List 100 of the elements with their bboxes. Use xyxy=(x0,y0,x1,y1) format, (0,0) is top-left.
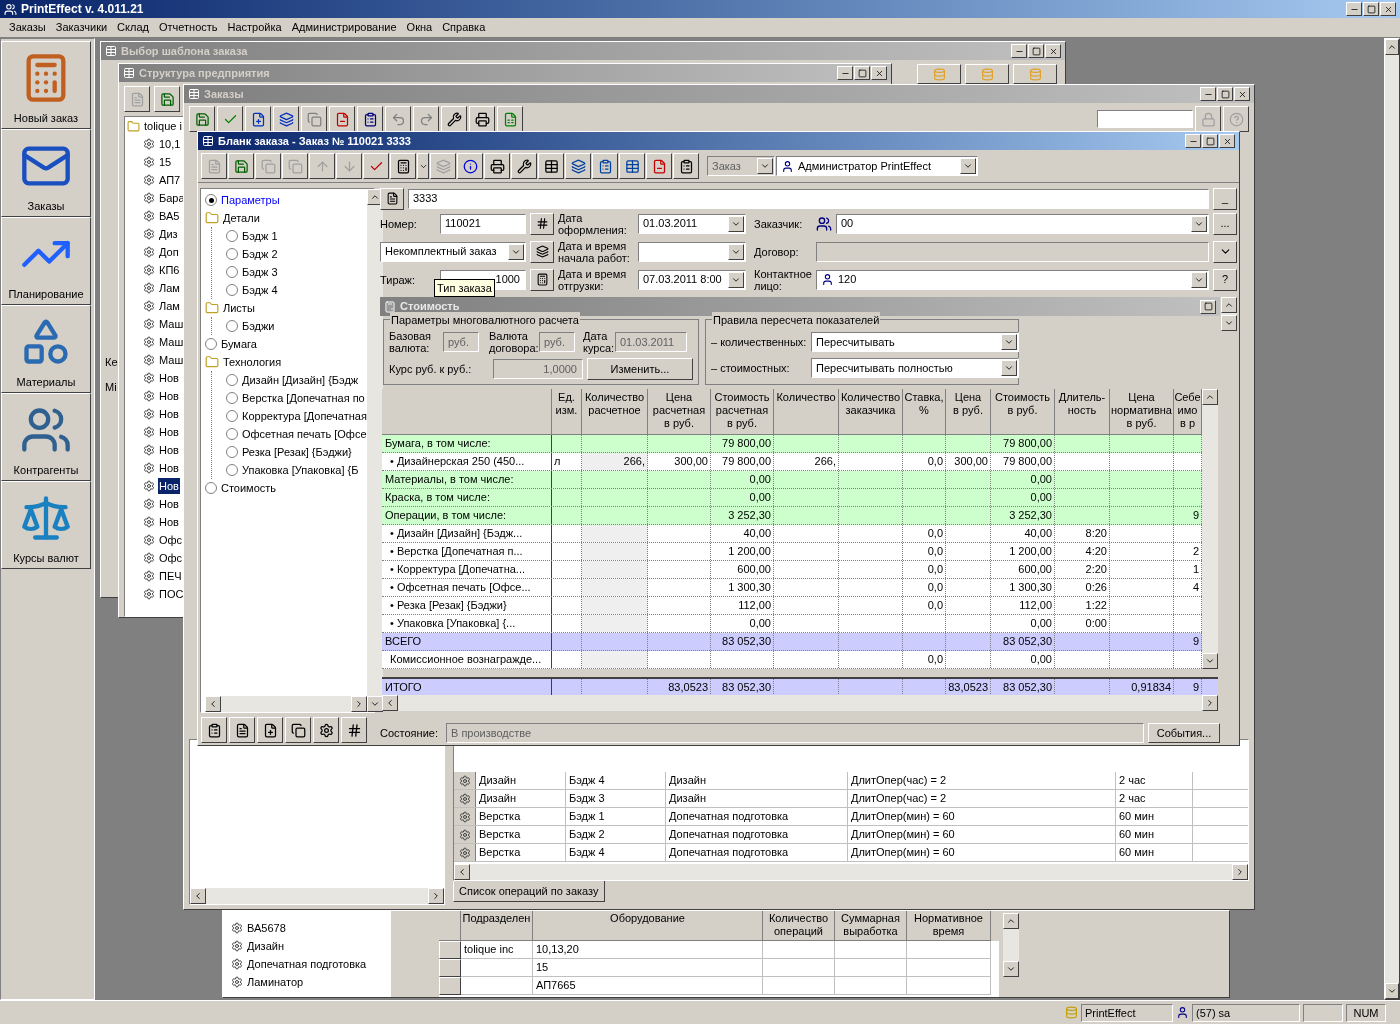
tree-item[interactable]: Бэдж 2 xyxy=(242,245,278,263)
tree-item[interactable]: tolique i xyxy=(144,117,182,135)
tree-item[interactable]: Нов xyxy=(158,387,180,405)
table-cell: 83 052,30 xyxy=(711,633,774,650)
column-header[interactable]: Нормативное время xyxy=(907,911,991,941)
tree-item[interactable]: 10,1 xyxy=(158,135,182,153)
tree-item[interactable]: Диз xyxy=(158,225,179,243)
tree-item[interactable]: Нов xyxy=(158,441,180,459)
table-cell: • Резка [Резак] {Бэджи} xyxy=(382,597,552,614)
sidebar-button[interactable]: Курсы валют xyxy=(1,481,91,569)
tree-item[interactable]: Нов xyxy=(158,513,180,531)
tree-item[interactable]: Офс xyxy=(158,549,184,567)
column-header[interactable]: Суммарная выработка xyxy=(835,911,907,941)
help-button[interactable]: ? xyxy=(1213,268,1237,291)
name-field[interactable]: 3333 xyxy=(408,188,1209,209)
menu-item[interactable]: Склад xyxy=(112,19,154,36)
tree-item[interactable]: Лам xyxy=(158,279,181,297)
minimize-field-button[interactable]: _ xyxy=(1213,187,1237,210)
tree-item[interactable]: Нов xyxy=(158,495,180,513)
tab[interactable]: Список операций по заказу xyxy=(453,881,605,902)
table-cell: 0,00 xyxy=(991,489,1055,506)
tree-item[interactable]: 15 xyxy=(158,153,173,171)
tree-item[interactable]: ВА5 xyxy=(158,207,181,225)
tree-item[interactable]: Детали xyxy=(223,209,260,227)
sidebar-button[interactable]: Новый заказ xyxy=(1,41,91,129)
tree-item[interactable]: Технология xyxy=(223,353,282,371)
contact-field[interactable]: 120 xyxy=(816,269,1209,290)
tree-item[interactable]: Маш xyxy=(158,351,185,369)
tree-item[interactable]: Доп xyxy=(158,243,180,261)
sidebar-button[interactable]: Контрагенты xyxy=(1,393,91,481)
sidebar-button[interactable]: Заказы xyxy=(1,129,91,217)
tree-item[interactable]: Резка [Резак] {Бэджи} xyxy=(242,443,352,461)
menu-item[interactable]: Заказчики xyxy=(50,19,113,36)
menu-item[interactable]: Администрирование xyxy=(286,19,402,36)
tree-item[interactable]: Ламинатор xyxy=(247,973,304,991)
tree-item[interactable]: Листы xyxy=(223,299,255,317)
column-header[interactable]: Подразделен xyxy=(461,911,533,941)
tree-item[interactable]: Бумага xyxy=(221,335,257,353)
date-field[interactable]: 01.03.2011 xyxy=(615,332,687,352)
tree-item[interactable]: Офсетная печать [Офсе xyxy=(242,425,367,443)
tree-item[interactable]: Лам xyxy=(158,297,181,315)
tree-item[interactable]: Упаковка [Упаковка] {Б xyxy=(242,461,359,479)
number-field[interactable]: 110021 xyxy=(440,213,526,234)
tree-item[interactable]: Параметры xyxy=(221,191,280,209)
tree-item[interactable]: Бэджи xyxy=(242,317,275,335)
date-field[interactable]: 07.03.2011 8:00 xyxy=(638,269,746,290)
sidebar-button[interactable]: Планирование xyxy=(1,217,91,305)
tree-item[interactable]: Нов xyxy=(158,369,180,387)
tree-item[interactable]: ПОС xyxy=(158,585,185,603)
tree-item[interactable]: Стоимость xyxy=(221,479,277,497)
currency-field[interactable]: руб. xyxy=(539,332,575,352)
tree-item[interactable]: ВА5678 xyxy=(247,919,286,937)
tree-item[interactable]: ПЕЧ xyxy=(158,567,183,585)
table-cell: ДлитОпер(час) = 2 xyxy=(848,772,1116,789)
tree-item[interactable]: Нов xyxy=(158,459,180,477)
tree-item[interactable]: Дизайн [Дизайн] {Бэдж xyxy=(242,371,359,389)
table-cell: ДлитОпер(мин) = 60 xyxy=(848,826,1116,843)
browse-button[interactable]: ... xyxy=(1213,212,1237,235)
column-header[interactable]: Количество операций xyxy=(763,911,835,941)
menu-item[interactable]: Заказы xyxy=(4,19,51,36)
tree-item[interactable]: Бэдж 1 xyxy=(242,227,278,245)
table-cell: 112,00 xyxy=(991,597,1055,614)
menu-item[interactable]: Окна xyxy=(401,19,438,36)
window-title: Выбор шаблона заказа xyxy=(121,43,248,59)
tree-item[interactable]: АП7 xyxy=(158,171,182,189)
recalc-select[interactable]: Пересчитывать xyxy=(811,332,1019,352)
tree-item[interactable]: Дизайн xyxy=(247,937,284,955)
menu-item[interactable]: Справка xyxy=(437,19,491,36)
change-button[interactable]: Изменить... xyxy=(587,358,693,380)
table-cell: 0,0 xyxy=(903,543,946,560)
field-label: Договор: xyxy=(753,245,800,258)
customer-field[interactable]: 00 xyxy=(836,213,1209,234)
menu-item[interactable]: Настройка xyxy=(222,19,287,36)
table-cell: Бумага, в том числе: xyxy=(382,435,552,452)
tree-item[interactable]: Маш xyxy=(158,333,185,351)
table-cell: • Упаковка [Упаковка] {... xyxy=(382,615,552,632)
tree-item[interactable]: Маш xyxy=(158,315,185,333)
menu-item[interactable]: Отчетность xyxy=(153,19,223,36)
events-button[interactable]: События... xyxy=(1148,723,1220,743)
sidebar-button[interactable]: Материалы xyxy=(1,305,91,393)
tree-item[interactable]: Верстка [Допечатная по xyxy=(242,389,365,407)
tree-item[interactable]: КП6 xyxy=(158,261,181,279)
rate-field[interactable]: 1,0000 xyxy=(493,359,583,379)
tree-item[interactable]: Нов xyxy=(158,423,180,441)
tree-item[interactable]: Офс xyxy=(158,531,184,549)
date-field[interactable]: 01.03.2011 xyxy=(638,213,746,234)
status-text: PrintEffect xyxy=(1081,1003,1173,1022)
tree-item[interactable]: Нов xyxy=(158,477,180,495)
tree-item[interactable]: Бэдж 3 xyxy=(242,263,278,281)
table-cell: 3 252,30 xyxy=(991,507,1055,524)
tree-item[interactable]: Корректура [Допечатная xyxy=(242,407,367,425)
recalc-select[interactable]: Пересчитывать полностью xyxy=(811,358,1019,378)
status-field[interactable]: В производстве xyxy=(446,723,1144,743)
tree-item[interactable]: Бэдж 4 xyxy=(242,281,278,299)
column-header[interactable]: Оборудование xyxy=(533,911,763,941)
currency-field[interactable]: руб. xyxy=(443,332,479,352)
order-type-select[interactable]: Некомплектный заказ xyxy=(380,241,526,262)
tree-item[interactable]: Допечатная подготовка xyxy=(247,955,367,973)
tree-item[interactable]: Нов xyxy=(158,405,180,423)
user-select[interactable]: Администратор PrintEffect xyxy=(776,156,978,176)
